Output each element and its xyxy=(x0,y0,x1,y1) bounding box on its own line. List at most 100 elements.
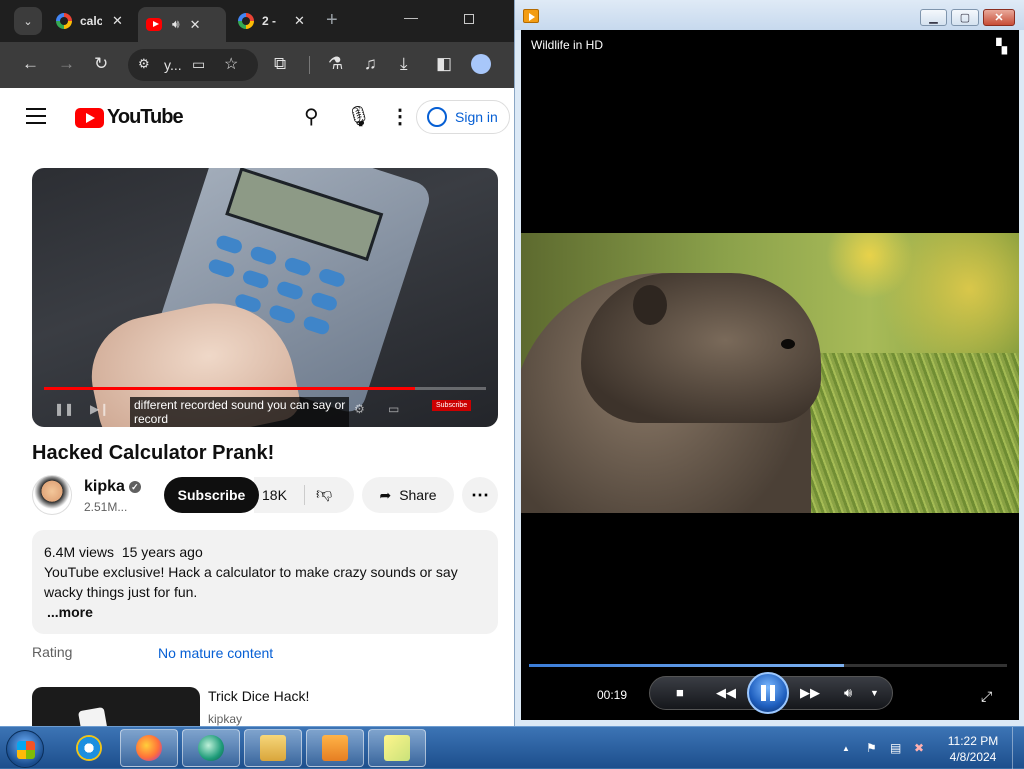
pause-button[interactable] xyxy=(747,672,789,714)
minimize-button[interactable]: — xyxy=(404,9,418,25)
next-icon[interactable]: ▶▶ xyxy=(800,685,820,701)
labs-flask-icon[interactable]: ⚗ xyxy=(328,54,343,74)
video-progress-bar[interactable] xyxy=(44,387,486,390)
maximize-button[interactable] xyxy=(464,14,474,24)
bookmark-star-icon[interactable]: ☆ xyxy=(224,54,238,74)
taskbar-firefox[interactable] xyxy=(120,729,178,767)
show-desktop-button[interactable] xyxy=(1012,727,1024,769)
toolbar-divider xyxy=(309,56,310,74)
channel-name-text: kipka xyxy=(84,478,125,495)
youtube-play-icon xyxy=(75,107,104,128)
share-icon: ➦ xyxy=(379,486,392,503)
media-title: Wildlife in HD xyxy=(531,38,604,52)
tab-calc[interactable]: calc ✕ xyxy=(48,7,134,35)
address-bar[interactable]: ⚙ y... ▭ ☆ xyxy=(128,49,258,81)
share-label: Share xyxy=(399,487,437,503)
site-settings-icon[interactable]: ⚙ xyxy=(138,56,150,72)
taskbar-app[interactable] xyxy=(182,729,240,767)
forward-icon[interactable]: → xyxy=(58,54,75,74)
media-player-icon xyxy=(523,9,539,23)
logo-text: YouTube xyxy=(107,106,184,128)
download-icon[interactable]: ⤓ xyxy=(400,54,408,74)
previous-icon[interactable]: ◀◀ xyxy=(716,685,736,701)
extensions-icon[interactable]: ⧉ xyxy=(274,54,286,74)
next-icon[interactable]: ▶❙ xyxy=(90,402,109,416)
stop-icon[interactable]: ■ xyxy=(676,685,684,700)
tab-youtube[interactable]: 🔊︎ ✕ xyxy=(138,7,226,42)
close-tab-icon[interactable]: ✕ xyxy=(190,17,201,33)
volume-icon[interactable]: 🔊︎ xyxy=(844,685,852,701)
description-meta: 6.4M views 15 years ago xyxy=(44,542,486,562)
search-icon[interactable]: ⚲ xyxy=(304,104,319,129)
video-player[interactable]: different recorded sound you can say or … xyxy=(32,168,498,427)
cast-icon[interactable]: ▭ xyxy=(192,56,205,73)
network-icon[interactable]: ▤ xyxy=(890,741,901,755)
close-tab-icon[interactable]: ✕ xyxy=(112,13,123,29)
taskbar: ▲ ⚑ ▤ ✖ 11:22 PM 4/8/2024 xyxy=(0,726,1024,769)
sign-in-label: Sign in xyxy=(455,109,498,125)
youtube-logo[interactable]: YouTube xyxy=(75,106,184,129)
reload-icon[interactable]: ↻ xyxy=(94,54,108,74)
maximize-button[interactable]: ▢ xyxy=(951,9,979,26)
upload-age: 15 years ago xyxy=(121,544,203,560)
description-box[interactable]: 6.4M views 15 years ago YouTube exclusiv… xyxy=(32,530,498,634)
show-more-link[interactable]: ...more xyxy=(47,602,93,622)
more-actions-button[interactable]: ⋯ xyxy=(462,477,498,513)
taskbar-sticky-notes[interactable] xyxy=(368,729,426,767)
settings-icon[interactable]: ⚙ xyxy=(354,402,365,416)
seek-bar[interactable] xyxy=(529,664,1007,667)
channel-name[interactable]: kipka ✓ xyxy=(84,478,141,496)
app-icon xyxy=(198,735,224,761)
video-frame[interactable] xyxy=(521,233,1019,513)
action-center-flag-icon[interactable]: ⚑ xyxy=(866,741,877,755)
channel-avatar[interactable] xyxy=(32,475,72,515)
miniplayer-icon[interactable]: ▭ xyxy=(388,402,399,416)
taskbar-explorer[interactable] xyxy=(244,729,302,767)
address-text[interactable]: y... xyxy=(164,57,182,73)
speaker-icon[interactable]: 🔊︎ xyxy=(172,17,180,32)
subscribe-watermark[interactable]: Subscribe xyxy=(432,400,472,411)
media-player-titlebar: ▁ ▢ ✕ xyxy=(515,0,1024,30)
google-icon xyxy=(238,13,254,29)
menu-icon[interactable] xyxy=(26,108,46,129)
minimize-button[interactable]: ▁ xyxy=(920,9,947,26)
clock-date: 4/8/2024 xyxy=(949,750,997,764)
share-button[interactable]: ➦ Share xyxy=(362,477,454,513)
sign-in-button[interactable]: Sign in xyxy=(416,100,510,134)
side-panel-icon[interactable]: ◧ xyxy=(436,54,452,74)
media-player-view[interactable]: Wildlife in HD ▚ 00:19 ■ ◀◀ ▶▶ 🔊︎ ▼ ⤢ xyxy=(521,30,1019,720)
system-clock[interactable]: 11:22 PM 4/8/2024 xyxy=(944,733,1002,765)
media-controls-icon[interactable]: ♫ xyxy=(364,54,377,74)
profile-icon[interactable] xyxy=(471,54,491,74)
close-button[interactable]: ✕ xyxy=(983,9,1015,26)
fullscreen-icon[interactable]: ⤢ xyxy=(981,688,992,705)
back-icon[interactable]: ← xyxy=(22,54,39,74)
more-vertical-icon[interactable]: ⋮ xyxy=(390,104,410,129)
dislike-icon[interactable]: 👎︎ xyxy=(316,485,332,504)
description-text: wacky things just for fun. xyxy=(44,584,198,600)
chevron-down-icon: ⌄ xyxy=(23,15,33,28)
taskbar-ie[interactable] xyxy=(60,729,118,767)
volume-muted-icon[interactable]: ✖ xyxy=(914,741,924,755)
like-count[interactable]: 18K xyxy=(262,487,287,503)
verified-icon: ✓ xyxy=(128,480,141,493)
close-tab-icon[interactable]: ✕ xyxy=(294,13,305,29)
tab-google-2[interactable]: 2 - ✕ xyxy=(230,7,316,35)
subscribe-button[interactable]: Subscribe xyxy=(164,477,259,513)
recommendation-title[interactable]: Trick Dice Hack! xyxy=(208,688,309,704)
folder-icon xyxy=(260,735,286,761)
switch-to-library-icon[interactable]: ▚ xyxy=(996,38,1007,55)
youtube-icon xyxy=(146,18,162,31)
recommendation-thumbnail[interactable] xyxy=(32,687,200,726)
start-button[interactable] xyxy=(6,730,44,768)
new-tab-button[interactable]: + xyxy=(326,9,338,32)
recommendation-channel[interactable]: kipkay xyxy=(208,712,242,726)
rating-value[interactable]: No mature content xyxy=(158,645,273,661)
tray-expand-icon[interactable]: ▲ xyxy=(842,744,850,753)
browser-toolbar: ← → ↻ ⚙ y... ▭ ☆ ⧉ ⚗ ♫ ⤓ ◧ xyxy=(0,42,514,88)
pause-icon[interactable]: ❚❚ xyxy=(54,402,74,416)
taskbar-media-player[interactable] xyxy=(306,729,364,767)
microphone-icon[interactable]: 🎙︎ xyxy=(346,104,371,129)
tab-search-button[interactable]: ⌄ xyxy=(14,7,42,35)
volume-dropdown-icon[interactable]: ▼ xyxy=(870,688,879,698)
